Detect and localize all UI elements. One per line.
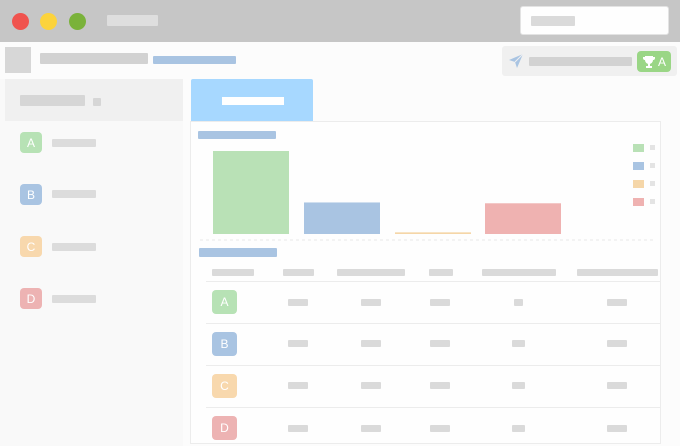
chart-bar-4 [485,203,561,234]
table-header-col-4 [429,269,453,276]
legend-label-1 [650,145,655,150]
table-cell [607,299,627,306]
search-placeholder [531,16,575,26]
table-row-a-badge[interactable]: A [212,290,237,314]
search-field[interactable] [520,6,669,35]
page-title-placeholder [40,53,148,64]
legend-label-3 [650,181,655,186]
table-cell [512,340,525,347]
sidebar-header-count [93,98,101,106]
legend-swatch-1 [633,144,644,152]
tab-active-label [222,97,284,105]
legend-label-4 [650,199,655,204]
app-logo [5,47,31,73]
table-cell [361,425,381,432]
legend-swatch-4 [633,198,644,206]
chart-bar-2 [304,202,380,234]
table-header-col-5 [482,269,556,276]
chart-bar-1 [213,151,289,234]
table-cell [361,299,381,306]
table-row-d-label: D [220,421,229,435]
table-cell [514,299,523,306]
table-cell [607,425,627,432]
close-window-button[interactable] [12,13,29,30]
table-header-col-2 [283,269,314,276]
sidebar-item-a-badge[interactable]: A [20,132,42,153]
table-row-b-label: B [220,337,229,351]
table-header-col-6 [577,269,658,276]
table-row-c-label: C [220,379,229,393]
sidebar-item-b-badge[interactable]: B [20,184,42,205]
table-row-divider [206,365,661,366]
sidebar-item-c-text[interactable] [52,243,96,251]
table-cell [288,299,308,306]
tab-active[interactable] [191,79,313,121]
legend-swatch-2 [633,162,644,170]
chart-title-placeholder [198,131,276,139]
toolbar-text-placeholder [529,57,632,66]
maximize-window-button[interactable] [69,13,86,30]
sidebar-item-b-text[interactable] [52,190,96,198]
table-title-placeholder [199,248,277,257]
table-row-c-badge[interactable]: C [212,374,237,398]
table-cell [288,382,308,389]
table-cell [607,340,627,347]
sidebar-item-d-label: D [26,291,36,306]
table-row-d-badge[interactable]: D [212,416,237,440]
window-title-placeholder [107,15,158,26]
table-header-col-3 [337,269,405,276]
trophy-icon [642,55,655,68]
table-cell [430,425,450,432]
table-cell [361,382,381,389]
table-row-divider [206,323,661,324]
sidebar-item-d-badge[interactable]: D [20,288,42,309]
sidebar-item-a-label: A [26,135,35,150]
breadcrumb-link-placeholder[interactable] [153,56,236,64]
table-cell [430,340,450,347]
user-badge[interactable]: A [637,51,671,72]
table-header-col-1 [212,269,254,276]
chart-bar-3 [395,232,471,234]
table-cell [430,382,450,389]
table-row-divider [206,407,661,408]
app-window: A A B C D A B C D [0,0,680,446]
table-cell [430,299,450,306]
sidebar-item-c-badge[interactable]: C [20,236,42,257]
paper-plane-icon[interactable] [508,53,524,69]
minimize-window-button[interactable] [40,13,57,30]
bar-chart [200,151,656,241]
table-row-a-label: A [220,295,229,309]
sidebar-item-d-text[interactable] [52,295,96,303]
table-row-b-badge[interactable]: B [212,332,237,356]
user-badge-label: A [657,54,666,69]
table-cell [512,425,525,432]
legend-label-2 [650,163,655,168]
table-row-divider [206,281,661,282]
table-cell [288,340,308,347]
table-cell [288,425,308,432]
table-cell [607,382,627,389]
sidebar-header-placeholder [20,95,85,106]
sidebar-item-b-label: B [26,187,35,202]
sidebar-item-c-label: C [26,239,36,254]
sidebar-item-a-text[interactable] [52,139,96,147]
table-cell [361,340,381,347]
table-cell [512,382,525,389]
legend-swatch-3 [633,180,644,188]
